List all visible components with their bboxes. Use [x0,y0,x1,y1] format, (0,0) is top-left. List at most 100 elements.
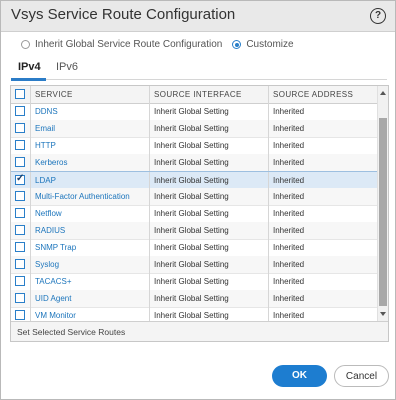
row-select-cell [11,103,30,120]
source-interface-value: Inherit Global Setting [154,294,229,303]
ok-button[interactable]: OK [272,365,327,387]
route-mode-radio-group: Inherit Global Service Route Configurati… [21,39,304,50]
table-row[interactable]: UID Agent Inherit Global Setting Inherited [11,290,377,308]
service-cell: RADIUS [30,222,149,239]
row-checkbox[interactable] [15,191,25,201]
table-row[interactable]: Netflow Inherit Global Setting Inherited [11,205,377,223]
service-cell: UID Agent [30,290,149,307]
customize-radio[interactable]: Customize [232,39,294,50]
dialog-title: Vsys Service Route Configuration [11,6,236,23]
row-checkbox[interactable] [15,225,25,235]
source-address-value: Inherited [273,243,305,252]
service-link[interactable]: VM Monitor [35,311,76,320]
row-checkbox[interactable] [15,310,25,320]
service-link[interactable]: Email [35,124,55,133]
row-select-cell [11,188,30,205]
service-route-dialog: Vsys Service Route Configuration ? Inher… [0,0,396,400]
row-checkbox[interactable] [15,276,25,286]
table-row[interactable]: RADIUS Inherit Global Setting Inherited [11,222,377,240]
source-address-cell: Inherited [268,137,377,154]
scroll-down-arrow-icon[interactable] [380,312,386,316]
row-select-cell [11,120,30,137]
tab-ipv6[interactable]: IPv6 [56,61,78,73]
tab-ipv4[interactable]: IPv4 [18,61,41,73]
source-interface-cell: Inherit Global Setting [149,205,268,222]
source-address-value: Inherited [273,124,305,133]
cancel-button[interactable]: Cancel [334,365,389,387]
table-row[interactable]: Syslog Inherit Global Setting Inherited [11,256,377,274]
source-address-value: Inherited [273,311,305,320]
service-link[interactable]: Syslog [35,260,59,269]
header-source-address[interactable]: SOURCE ADDRESS [268,86,377,103]
service-link[interactable]: UID Agent [35,294,71,303]
service-cell: SNMP Trap [30,239,149,256]
table-row[interactable]: DDNS Inherit Global Setting Inherited [11,103,377,121]
scrollbar-thumb[interactable] [379,118,387,306]
row-select-cell [11,205,30,222]
header-service[interactable]: SERVICE [30,86,149,103]
header-select-cell [11,86,30,103]
table-row[interactable]: SNMP Trap Inherit Global Setting Inherited [11,239,377,257]
source-interface-value: Inherit Global Setting [154,311,229,320]
source-interface-value: Inherit Global Setting [154,141,229,150]
service-link[interactable]: TACACS+ [35,277,72,286]
header-source-interface[interactable]: SOURCE INTERFACE [149,86,268,103]
row-checkbox[interactable] [15,208,25,218]
source-address-cell: Inherited [268,290,377,307]
set-selected-routes-link[interactable]: Set Selected Service Routes [17,327,125,337]
service-cell: Netflow [30,205,149,222]
vertical-scrollbar[interactable] [377,86,388,321]
source-interface-value: Inherit Global Setting [154,260,229,269]
source-interface-value: Inherit Global Setting [154,124,229,133]
service-link[interactable]: SNMP Trap [35,243,76,252]
source-address-value: Inherited [273,226,305,235]
row-select-cell [11,222,30,239]
source-address-value: Inherited [273,260,305,269]
scroll-up-arrow-icon[interactable] [380,91,386,95]
source-interface-cell: Inherit Global Setting [149,103,268,120]
table-row[interactable]: TACACS+ Inherit Global Setting Inherited [11,273,377,291]
source-address-value: Inherited [273,158,305,167]
source-interface-value: Inherit Global Setting [154,243,229,252]
inherit-global-radio[interactable]: Inherit Global Service Route Configurati… [21,39,222,50]
source-address-value: Inherited [273,277,305,286]
service-link[interactable]: RADIUS [35,226,65,235]
row-checkbox[interactable] [15,140,25,150]
customize-label: Customize [246,39,294,50]
source-address-value: Inherited [273,209,305,218]
row-select-cell [11,256,30,273]
service-link[interactable]: HTTP [35,141,56,150]
table-row[interactable]: Email Inherit Global Setting Inherited [11,120,377,138]
source-interface-cell: Inherit Global Setting [149,188,268,205]
table-row[interactable]: HTTP Inherit Global Setting Inherited [11,137,377,155]
row-checkbox[interactable] [15,157,25,167]
source-interface-value: Inherit Global Setting [154,158,229,167]
row-select-cell [11,273,30,290]
service-link[interactable]: Multi-Factor Authentication [35,192,130,201]
row-checkbox[interactable] [15,259,25,269]
source-interface-cell: Inherit Global Setting [149,172,268,189]
service-link[interactable]: Netflow [35,209,62,218]
row-checkbox[interactable] [15,242,25,252]
source-address-cell: Inherited [268,205,377,222]
source-address-value: Inherited [273,141,305,150]
table-footer: Set Selected Service Routes [11,321,388,341]
table-row[interactable]: Kerberos Inherit Global Setting Inherited [11,154,377,172]
source-address-cell: Inherited [268,188,377,205]
source-address-cell: Inherited [268,273,377,290]
service-link[interactable]: DDNS [35,107,58,116]
row-checkbox[interactable] [15,293,25,303]
service-link[interactable]: Kerberos [35,158,67,167]
source-interface-cell: Inherit Global Setting [149,120,268,137]
row-checkbox[interactable] [15,106,25,116]
source-address-cell: Inherited [268,256,377,273]
select-all-checkbox[interactable] [15,89,25,99]
table-row[interactable]: Multi-Factor Authentication Inherit Globa… [11,188,377,206]
inherit-global-label: Inherit Global Service Route Configurati… [35,39,223,50]
source-address-cell: Inherited [268,172,377,189]
help-icon[interactable]: ? [370,8,386,24]
row-checkbox[interactable] [15,123,25,133]
service-link[interactable]: LDAP [35,176,56,185]
row-checkbox[interactable] [15,173,25,185]
source-address-cell: Inherited [268,154,377,171]
